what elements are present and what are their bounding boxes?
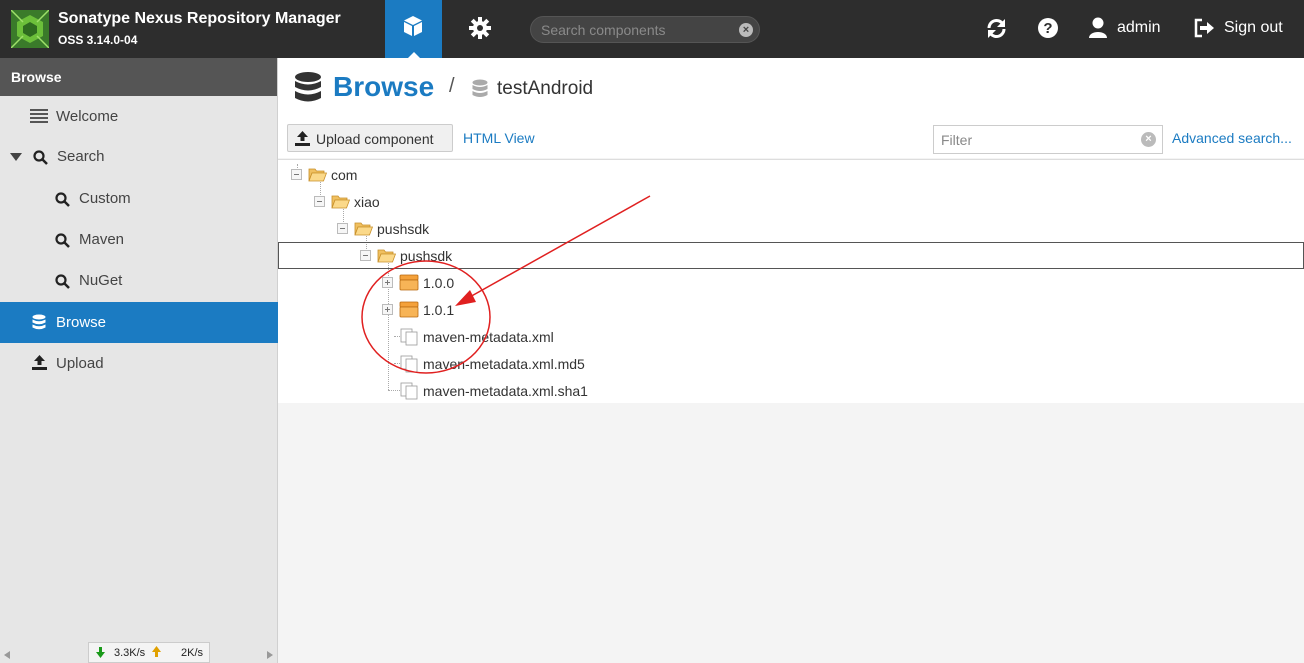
annotation-circle xyxy=(361,260,491,374)
annotation-arrow-head xyxy=(455,290,476,306)
annotation-arrow-line xyxy=(467,195,651,299)
annotation-overlay xyxy=(361,195,651,374)
